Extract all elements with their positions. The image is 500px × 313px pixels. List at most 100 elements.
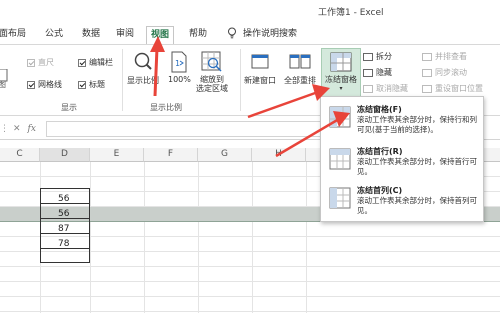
menu-item-description: 滚动工作表其余部分时，保持行和列可见(基于当前的选择)。 <box>357 115 477 134</box>
freeze-panes-button[interactable]: 冻结窗格 ▾ <box>321 48 361 100</box>
formula-bar-label: 编辑栏 <box>89 58 113 67</box>
freeze-panes-icon <box>329 106 351 128</box>
tab-page-layout[interactable]: 页面布局 <box>0 27 26 43</box>
checkbox-formula-bar-box <box>78 58 86 67</box>
split-icon <box>363 52 373 61</box>
hide-button[interactable]: 隐藏 <box>363 67 392 78</box>
headings-checkbox[interactable]: 标题 <box>78 79 105 90</box>
cancel-icon[interactable]: ✕ <box>13 124 21 134</box>
zoom-selection-icon <box>201 51 222 72</box>
reset-position-label: 重设窗口位置 <box>435 84 483 93</box>
column-header-h[interactable]: H <box>252 148 306 162</box>
freeze-first-column-icon <box>329 187 351 209</box>
hide-label: 隐藏 <box>376 68 392 77</box>
checkbox-headings-box <box>78 80 86 89</box>
page-view-label-fragment: 图 <box>0 80 6 89</box>
split-button[interactable]: 拆分 <box>363 51 392 62</box>
zoom-group-label: 显示比例 <box>150 103 182 112</box>
ruler-label: 直尺 <box>38 58 54 67</box>
window-title: 工作簿1 - Excel <box>318 8 384 18</box>
table-border-line <box>40 203 90 204</box>
split-label: 拆分 <box>376 52 392 61</box>
column-header-f[interactable]: F <box>144 148 198 162</box>
menu-item-title: 冻结首行(R) <box>357 147 403 156</box>
new-window-button[interactable]: 新建窗口 <box>244 51 276 86</box>
side-by-side-label: 并排查看 <box>435 52 467 61</box>
tab-data[interactable]: 数据 <box>82 27 100 43</box>
zoom-100-label: 100% <box>168 75 191 84</box>
table-row[interactable] <box>0 267 500 282</box>
checkbox-gridlines-box <box>27 80 35 89</box>
formula-bar-checkbox[interactable]: 编辑栏 <box>78 57 113 68</box>
menu-item-title: 冻结窗格(F) <box>357 105 402 114</box>
sync-scroll-icon <box>422 68 432 77</box>
menu-item-freeze-first-column[interactable]: 冻结首列(C) 滚动工作表其余部分时，保持首列可见。 <box>321 181 483 221</box>
lightbulb-icon <box>227 27 237 43</box>
svg-text:1: 1 <box>175 59 180 68</box>
zoom-selection-line2: 选定区域 <box>196 84 228 93</box>
zoom-to-selection-button[interactable]: 缩放到 选定区域 <box>196 51 228 93</box>
unhide-label: 取消隐藏 <box>376 84 408 93</box>
dots-icon: ⋮ <box>0 124 9 134</box>
checkbox-ruler-box <box>27 58 35 67</box>
freeze-top-row-icon <box>329 148 351 170</box>
table-border-line <box>40 248 90 249</box>
hide-icon <box>363 68 373 77</box>
gridlines-checkbox[interactable]: 网格线 <box>27 79 62 90</box>
formula-input[interactable] <box>46 121 321 137</box>
cell-d-value[interactable]: 56 <box>40 207 69 222</box>
menu-item-freeze-top-row[interactable]: 冻结首行(R) 滚动工作表其余部分时，保持首行可见。 <box>321 142 483 182</box>
arrange-all-icon <box>289 54 311 69</box>
headings-label: 标题 <box>89 80 105 89</box>
tab-formulas[interactable]: 公式 <box>45 27 63 43</box>
tab-review[interactable]: 审阅 <box>116 27 134 43</box>
column-header-c[interactable]: C <box>0 148 40 162</box>
table-row[interactable] <box>0 252 500 267</box>
column-header-e[interactable]: E <box>90 148 144 162</box>
menu-item-title: 冻结首列(C) <box>357 186 403 195</box>
menu-item-description: 滚动工作表其余部分时，保持首行可见。 <box>357 157 477 176</box>
freeze-panes-label: 冻结窗格 <box>325 75 357 84</box>
freeze-panes-menu: 冻结窗格(F) 滚动工作表其余部分时，保持行和列可见(基于当前的选择)。 冻结首… <box>320 96 484 222</box>
table-row[interactable] <box>0 282 500 297</box>
group-separator <box>240 49 241 111</box>
side-by-side-icon <box>422 52 432 61</box>
view-side-by-side-button[interactable]: 并排查看 <box>422 51 467 62</box>
zoom-selection-line1: 缩放到 <box>200 75 224 84</box>
cell-d-value[interactable]: 78 <box>40 237 69 252</box>
cell-d-value[interactable]: 56 <box>40 192 69 207</box>
new-window-icon <box>251 54 269 69</box>
sync-scroll-button[interactable]: 同步滚动 <box>422 67 467 78</box>
magnifier-icon <box>134 52 152 70</box>
column-header-d[interactable]: D <box>40 148 90 162</box>
ribbon-tabs: 页面布局 公式 数据 审阅 视图 帮助 操作说明搜索 <box>0 24 500 44</box>
table-row[interactable] <box>0 222 500 237</box>
tab-view[interactable]: 视图 <box>146 26 175 44</box>
gridlines-label: 网格线 <box>38 80 62 89</box>
zoom-100-button[interactable]: 1 100% <box>168 51 191 84</box>
formula-controls: ⋮ ✕ fx <box>0 121 36 137</box>
menu-item-freeze-panes[interactable]: 冻结窗格(F) 滚动工作表其余部分时，保持行和列可见(基于当前的选择)。 <box>321 100 483 140</box>
title-bar: 工作簿1 - Excel <box>0 0 500 24</box>
unhide-button[interactable]: 取消隐藏 <box>363 83 408 94</box>
zoom-button[interactable]: 显示比例 <box>127 51 159 86</box>
group-separator <box>122 49 123 111</box>
show-group-label: 显示 <box>61 103 77 112</box>
new-window-label: 新建窗口 <box>244 76 276 85</box>
table-row[interactable] <box>0 237 500 252</box>
table-row[interactable] <box>0 297 500 312</box>
table-border-line <box>40 233 90 234</box>
ruler-checkbox[interactable]: 直尺 <box>27 57 54 68</box>
zoom-label: 显示比例 <box>127 76 159 85</box>
arrange-all-label: 全部重排 <box>284 76 316 85</box>
reset-position-button[interactable]: 重设窗口位置 <box>422 83 483 94</box>
tab-help[interactable]: 帮助 <box>189 27 207 43</box>
arrange-all-button[interactable]: 全部重排 <box>284 51 316 86</box>
table-border-line <box>40 218 90 219</box>
cell-d-value[interactable]: 87 <box>40 222 69 237</box>
zoom-100-icon: 1 <box>171 51 187 73</box>
column-header-g[interactable]: G <box>198 148 252 162</box>
fx-icon[interactable]: fx <box>28 124 36 134</box>
tell-me-search[interactable]: 操作说明搜索 <box>243 27 297 43</box>
chevron-down-icon: ▾ <box>339 85 343 92</box>
